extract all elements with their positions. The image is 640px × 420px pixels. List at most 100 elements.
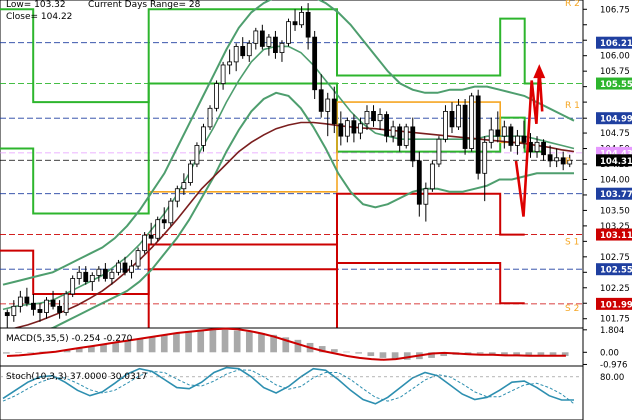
candle [194, 142, 200, 168]
macd-bar [331, 349, 338, 353]
axis-tick-label: 104.75 [600, 129, 630, 139]
macd-bar [367, 352, 375, 357]
pivot-label: R 2 [565, 0, 580, 9]
candle [135, 247, 141, 270]
candle-body [227, 61, 233, 66]
candle-body [436, 138, 442, 165]
macd-bar [476, 352, 484, 354]
candle-body [292, 21, 298, 26]
candle-body [102, 268, 108, 279]
axis-tick-label: -0.976 [600, 360, 627, 370]
candle-body [495, 129, 501, 137]
macd-bar [27, 352, 34, 353]
candle-body [364, 110, 370, 125]
macd-bar [355, 352, 363, 354]
candle-body [44, 299, 49, 313]
macd-bar [15, 352, 22, 353]
candle-body [116, 262, 121, 273]
candle-body [469, 95, 475, 149]
price-panel: R 2 R 1 P S 1 S 2 Low= 103.32 Current Days R… [0, 0, 584, 333]
price-tag-label: 106.21 [600, 39, 633, 49]
candle-body [344, 120, 350, 137]
candle-body [4, 312, 10, 317]
macd-bar [209, 329, 217, 353]
candle-body [390, 126, 396, 137]
candle-body [161, 219, 167, 224]
candle-body [384, 114, 390, 137]
candle-body [279, 42, 285, 54]
candle [462, 99, 468, 155]
candle-body [351, 120, 357, 134]
candle-body [129, 265, 134, 273]
candle-body [240, 46, 246, 57]
macd-bar [379, 352, 387, 358]
range-readout: Current Days Range= 28 [88, 0, 201, 10]
candle-body [142, 234, 148, 252]
candle-body [508, 126, 514, 146]
candle-body [148, 234, 154, 239]
price-tag-label: 102.55 [600, 266, 633, 276]
candle-body [449, 110, 455, 128]
axis-tick-label: 104.00 [600, 175, 630, 185]
candle-body [194, 145, 200, 165]
candle-body [299, 11, 304, 26]
stoch-axis: 80.00 [600, 373, 624, 383]
stoch-title: Stoch(10,3,3) 37.0000 30.0317 [6, 372, 147, 382]
candle-body [501, 126, 507, 137]
candle-body [416, 160, 422, 205]
candle-body [259, 30, 265, 47]
candle-body [547, 154, 553, 162]
candle-body [17, 296, 23, 307]
price-tag-label: 103.77 [600, 190, 633, 200]
macd-bar [258, 332, 265, 353]
candle [286, 18, 291, 47]
candle-body [63, 293, 69, 313]
pivot-label: P [565, 157, 571, 167]
candle [469, 92, 475, 152]
candle-body [397, 126, 403, 146]
macd-bar [197, 329, 205, 353]
candle-body [57, 305, 62, 313]
candle [168, 198, 174, 226]
macd-bar [185, 331, 192, 353]
candle-body [135, 250, 141, 267]
candle [475, 89, 481, 180]
candle-body [410, 126, 416, 162]
candle-body [423, 188, 429, 205]
macd-bar [148, 336, 156, 353]
candle-body [70, 278, 76, 295]
candle [187, 160, 193, 186]
candle [312, 30, 318, 100]
candle [63, 290, 69, 316]
macd-bar [3, 352, 10, 354]
candle-body [181, 182, 187, 190]
candle-body [155, 219, 161, 239]
axis-tick-label: 0.00 [600, 348, 619, 358]
macd-bar [160, 334, 168, 353]
price-tag: 105.55 [596, 77, 633, 90]
candle-body [174, 188, 180, 202]
axis-tick-label: 80.00 [600, 373, 624, 383]
pivot-label: S 1 [565, 237, 579, 247]
axis-tick-label: 106.00 [600, 52, 630, 62]
candle [70, 275, 76, 298]
candle-body [207, 107, 213, 128]
candle [436, 136, 442, 168]
candle-body [253, 30, 259, 44]
candle-body [521, 135, 527, 143]
macd-bar [233, 330, 241, 353]
candle-body [168, 200, 174, 224]
candle-body [233, 46, 239, 63]
price-tag: 106.21 [596, 36, 633, 49]
price-tag: 101.99 [596, 297, 633, 310]
candle-body [541, 141, 546, 156]
candle-body [37, 309, 43, 313]
candle [155, 216, 161, 242]
candle-body [273, 36, 278, 54]
candle-body [443, 110, 448, 140]
close-readout: Close= 104.22 [6, 12, 72, 22]
candle-body [24, 296, 30, 304]
candle-body [554, 157, 560, 162]
candle-body [338, 123, 344, 137]
candle-body [11, 305, 17, 317]
